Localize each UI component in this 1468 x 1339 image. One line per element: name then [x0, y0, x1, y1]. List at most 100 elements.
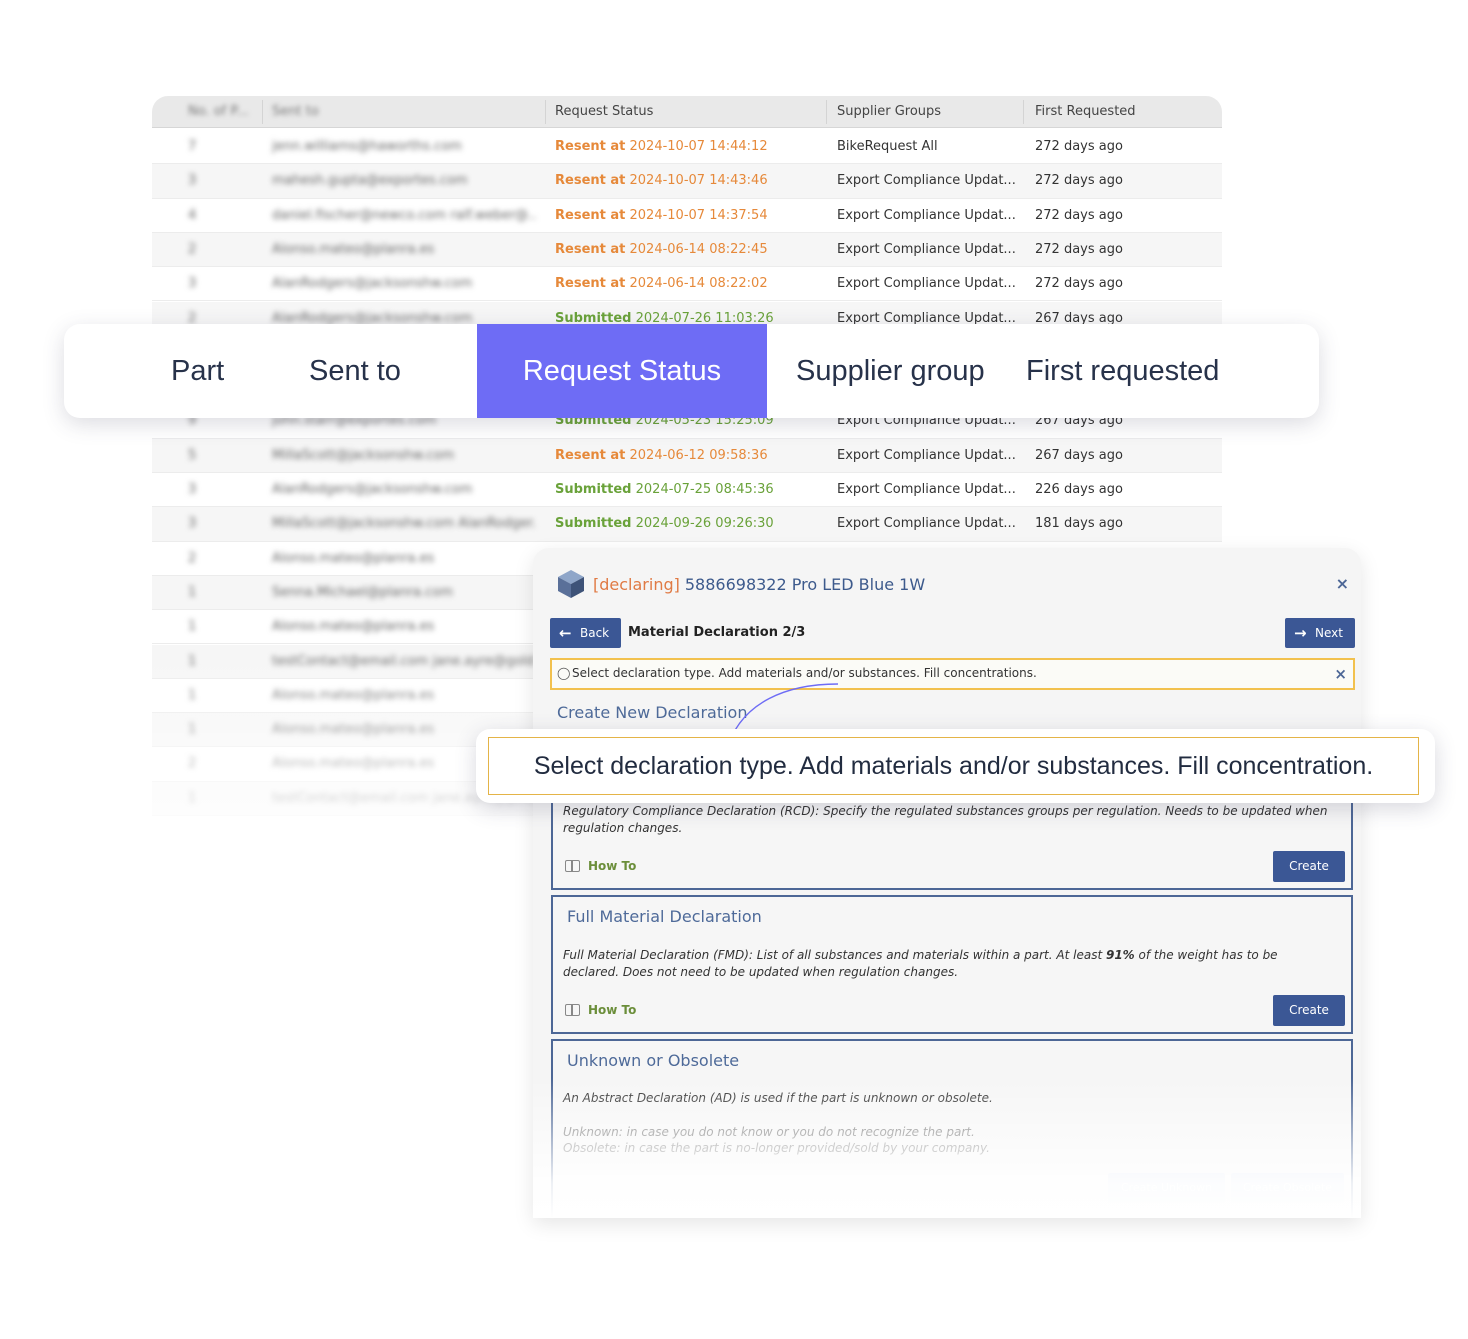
status-word: Resent at: [555, 241, 626, 257]
tip-text: Select declaration type. Add materials a…: [572, 666, 1037, 680]
cell-sent-to: AlanRodgers@jacksonshw.com: [272, 482, 473, 497]
cell-sent-to: Senna.Michael@planra.com: [272, 584, 453, 600]
table-row[interactable]: 3 MillaScott@jacksonshw.com AlanRodger...…: [152, 507, 1222, 542]
create-fmd-button[interactable]: Create: [1273, 995, 1345, 1026]
lightbulb-icon: ◯: [557, 666, 571, 680]
cell-parts: 1: [188, 687, 197, 703]
part-title: 5886698322 Pro LED Blue 1W: [684, 574, 926, 594]
header-sent-to[interactable]: Sent to: [272, 96, 319, 128]
cell-request-status: Resent at 2024-06-14 08:22:45: [555, 233, 768, 267]
cell-supplier-group: Export Compliance Updat...: [837, 516, 1016, 532]
tip-close-icon[interactable]: ×: [1334, 665, 1347, 683]
status-time: 2024-09-26 09:26:30: [635, 516, 774, 532]
status-word: Resent at: [555, 447, 626, 463]
cell-first-requested: 272 days ago: [1035, 207, 1123, 223]
cell-parts: 2: [188, 241, 197, 257]
cell-parts: 3: [188, 516, 197, 532]
cell-parts: 2: [188, 550, 197, 566]
cell-supplier-group: Export Compliance Updat...: [837, 276, 1016, 292]
cell-first-requested: 272 days ago: [1035, 276, 1123, 292]
cell-parts: 3: [188, 482, 197, 497]
rcd-howto-link[interactable]: How To: [565, 859, 636, 873]
cell-sent-to: MillaScott@jacksonshw.com AlanRodger...: [272, 516, 537, 532]
next-button[interactable]: → Next: [1285, 618, 1355, 648]
table-row[interactable]: 2 Alonso.mateo@planra.es Resent at 2024-06…: [152, 232, 1222, 268]
step-title: Material Declaration 2/3: [628, 625, 806, 640]
cell-parts: 1: [188, 584, 197, 600]
cell-parts: 3: [188, 276, 197, 292]
status-time: 2024-10-07 14:43:46: [629, 173, 768, 189]
banner-supplier-group: Supplier group: [796, 355, 985, 387]
cell-parts: 5: [188, 447, 197, 463]
cell-parts: 2: [188, 756, 197, 772]
status-word: Resent at: [555, 139, 626, 154]
dialog-title: [declaring] 5886698322 Pro LED Blue 1W: [557, 568, 925, 600]
cell-parts: 7: [188, 139, 197, 154]
unknown-obsolete-card: Unknown or Obsolete An Abstract Declarat…: [551, 1039, 1353, 1218]
header-parts[interactable]: No. of P...: [188, 96, 249, 128]
header-first-requested[interactable]: First Requested: [1035, 96, 1136, 128]
create-unknown-button[interactable]: Create Unknown: [1108, 1173, 1225, 1203]
header-supplier-groups[interactable]: Supplier Groups: [837, 96, 941, 128]
cell-first-requested: 272 days ago: [1035, 241, 1123, 257]
create-obsolete-button[interactable]: Create Obsolete: [1231, 1173, 1344, 1203]
table-row[interactable]: 4 daniel.fischer@newco.com ralf.weber@...…: [152, 199, 1222, 233]
obsolete-note: Obsolete: in case the part is no-longer …: [563, 1141, 990, 1155]
cell-sent-to: Alonso.mateo@planra.es: [272, 241, 435, 257]
cell-request-status: Resent at 2024-10-07 14:43:46: [555, 164, 768, 198]
header-request-status[interactable]: Request Status: [555, 96, 653, 128]
table-row[interactable]: 7 jenn.williams@haworths.com Resent at 202…: [152, 130, 1222, 165]
header-divider: [1023, 100, 1024, 124]
cell-parts: 1: [188, 619, 197, 635]
cell-parts: 4: [188, 207, 197, 223]
status-word: Resent at: [555, 173, 626, 189]
create-rcd-button[interactable]: Create: [1273, 851, 1345, 882]
callout-text: Select declaration type. Add materials a…: [488, 737, 1419, 795]
fmd-howto-link[interactable]: How To: [565, 1003, 636, 1017]
banner-request-status: Request Status: [477, 324, 767, 418]
unknown-heading: Unknown or Obsolete: [567, 1051, 740, 1070]
cell-sent-to: MillaScott@jacksonshw.com: [272, 447, 455, 463]
table-row[interactable]: 3 AlanRodgers@jacksonshw.com Submitted 202…: [152, 473, 1222, 508]
close-icon[interactable]: ×: [1336, 574, 1349, 593]
cell-first-requested: 226 days ago: [1035, 482, 1123, 497]
tip-bar: ◯ Select declaration type. Add materials…: [550, 658, 1355, 690]
cell-supplier-group: Export Compliance Updat...: [837, 482, 1016, 497]
cell-sent-to: mahesh.gupta@exportes.com: [272, 173, 468, 189]
section-heading: Create New Declaration: [557, 703, 748, 722]
cell-first-requested: 272 days ago: [1035, 173, 1123, 189]
unknown-note: Unknown: in case you do not know or you …: [563, 1125, 975, 1139]
howto-label: How To: [588, 1003, 637, 1017]
cell-request-status: Resent at 2024-10-07 14:37:54: [555, 199, 768, 233]
table-header: No. of P... Sent to Request Status Suppl…: [152, 96, 1222, 128]
cell-sent-to: daniel.fischer@newco.com ralf.weber@...: [272, 207, 537, 223]
table-row[interactable]: 5 MillaScott@jacksonshw.com Resent at 2024…: [152, 438, 1222, 473]
cell-first-requested: 181 days ago: [1035, 516, 1123, 532]
cell-request-status: Resent at 2024-06-14 08:22:02: [555, 267, 768, 301]
status-time: 2024-07-25 08:45:36: [635, 482, 774, 497]
book-icon: [565, 860, 580, 872]
banner-first-requested: First requested: [1026, 355, 1220, 387]
cell-request-status: Resent at 2024-10-07 14:44:12: [555, 130, 768, 164]
cell-supplier-group: Export Compliance Updat...: [837, 207, 1016, 223]
header-divider: [826, 100, 827, 124]
cell-request-status: Submitted 2024-07-25 08:45:36: [555, 473, 774, 507]
rcd-description: Regulatory Compliance Declaration (RCD):…: [563, 804, 1328, 835]
status-time: 2024-10-07 14:44:12: [629, 139, 768, 154]
status-word: Submitted: [555, 482, 632, 497]
unknown-description: An Abstract Declaration (AD) is used if …: [563, 1091, 993, 1105]
table-row[interactable]: 3 mahesh.gupta@exportes.com Resent at 2024…: [152, 164, 1222, 199]
cell-request-status: Submitted 2024-09-26 09:26:30: [555, 507, 774, 541]
cell-supplier-group: Export Compliance Updat...: [837, 173, 1016, 189]
cell-parts: 1: [188, 653, 197, 669]
cell-sent-to: Alonso.mateo@planra.es: [272, 619, 435, 635]
cell-parts: 3: [188, 173, 197, 189]
table-row[interactable]: 3 AlanRodgers@jacksonshw.com Resent at 202…: [152, 267, 1222, 302]
cell-sent-to: AlanRodgers@jacksonshw.com: [272, 276, 473, 292]
cell-parts: 1: [188, 722, 197, 738]
declaring-tag: [declaring]: [593, 574, 680, 594]
status-word: Submitted: [555, 516, 632, 532]
cell-supplier-group: Export Compliance Updat...: [837, 447, 1016, 463]
back-button[interactable]: ← Back: [550, 618, 622, 648]
fmd-description: Full Material Declaration (FMD): List of…: [563, 948, 1278, 979]
